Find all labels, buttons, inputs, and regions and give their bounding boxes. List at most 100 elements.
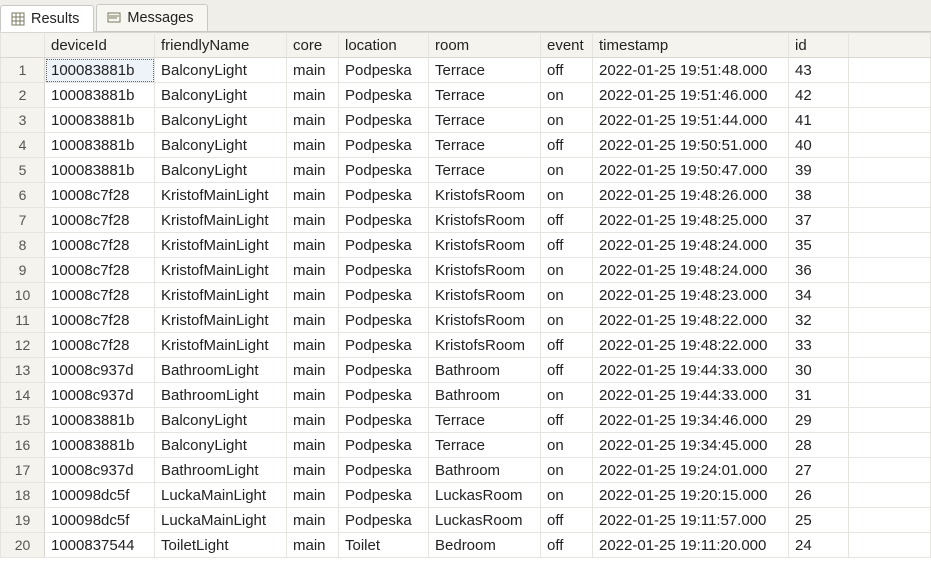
row-number[interactable]: 12 — [1, 333, 45, 358]
cell-timestamp[interactable]: 2022-01-25 19:44:33.000 — [593, 383, 789, 408]
row-number[interactable]: 20 — [1, 533, 45, 558]
cell-event[interactable]: off — [541, 408, 593, 433]
col-header-deviceId[interactable]: deviceId — [45, 33, 155, 58]
cell-id[interactable]: 30 — [789, 358, 849, 383]
col-header-timestamp[interactable]: timestamp — [593, 33, 789, 58]
cell-id[interactable]: 37 — [789, 208, 849, 233]
cell-deviceId[interactable]: 100083881b — [45, 433, 155, 458]
cell-event[interactable]: off — [541, 133, 593, 158]
cell-core[interactable]: main — [287, 208, 339, 233]
cell-deviceId[interactable]: 100083881b — [45, 158, 155, 183]
cell-friendlyName[interactable]: BalconyLight — [155, 433, 287, 458]
cell-timestamp[interactable]: 2022-01-25 19:50:47.000 — [593, 158, 789, 183]
tab-results[interactable]: Results — [0, 5, 94, 32]
cell-event[interactable]: on — [541, 308, 593, 333]
cell-friendlyName[interactable]: KristofMainLight — [155, 308, 287, 333]
cell-deviceId[interactable]: 1000837544 — [45, 533, 155, 558]
table-row[interactable]: 1410008c937dBathroomLightmainPodpeskaBat… — [1, 383, 931, 408]
cell-friendlyName[interactable]: BalconyLight — [155, 133, 287, 158]
row-number[interactable]: 3 — [1, 108, 45, 133]
cell-event[interactable]: on — [541, 483, 593, 508]
cell-location[interactable]: Podpeska — [339, 208, 429, 233]
table-row[interactable]: 201000837544ToiletLightmainToiletBedroom… — [1, 533, 931, 558]
cell-location[interactable]: Podpeska — [339, 508, 429, 533]
row-number[interactable]: 5 — [1, 158, 45, 183]
row-number[interactable]: 19 — [1, 508, 45, 533]
cell-timestamp[interactable]: 2022-01-25 19:48:23.000 — [593, 283, 789, 308]
cell-friendlyName[interactable]: BathroomLight — [155, 358, 287, 383]
cell-location[interactable]: Podpeska — [339, 83, 429, 108]
cell-friendlyName[interactable]: KristofMainLight — [155, 283, 287, 308]
cell-deviceId[interactable]: 100083881b — [45, 58, 155, 83]
cell-friendlyName[interactable]: KristofMainLight — [155, 208, 287, 233]
cell-event[interactable]: off — [541, 333, 593, 358]
cell-timestamp[interactable]: 2022-01-25 19:48:24.000 — [593, 233, 789, 258]
cell-core[interactable]: main — [287, 258, 339, 283]
cell-id[interactable]: 43 — [789, 58, 849, 83]
cell-core[interactable]: main — [287, 408, 339, 433]
cell-room[interactable]: KristofsRoom — [429, 333, 541, 358]
cell-location[interactable]: Podpeska — [339, 433, 429, 458]
cell-deviceId[interactable]: 10008c7f28 — [45, 258, 155, 283]
cell-core[interactable]: main — [287, 83, 339, 108]
cell-event[interactable]: on — [541, 458, 593, 483]
cell-timestamp[interactable]: 2022-01-25 19:48:26.000 — [593, 183, 789, 208]
cell-room[interactable]: Terrace — [429, 108, 541, 133]
table-row[interactable]: 910008c7f28KristofMainLightmainPodpeskaK… — [1, 258, 931, 283]
cell-core[interactable]: main — [287, 183, 339, 208]
cell-location[interactable]: Podpeska — [339, 158, 429, 183]
cell-event[interactable]: on — [541, 283, 593, 308]
cell-timestamp[interactable]: 2022-01-25 19:48:25.000 — [593, 208, 789, 233]
cell-location[interactable]: Podpeska — [339, 383, 429, 408]
cell-deviceId[interactable]: 100083881b — [45, 408, 155, 433]
cell-core[interactable]: main — [287, 458, 339, 483]
cell-timestamp[interactable]: 2022-01-25 19:48:22.000 — [593, 333, 789, 358]
cell-room[interactable]: Bathroom — [429, 458, 541, 483]
table-row[interactable]: 1100083881bBalconyLightmainPodpeskaTerra… — [1, 58, 931, 83]
cell-deviceId[interactable]: 100098dc5f — [45, 483, 155, 508]
cell-deviceId[interactable]: 10008c937d — [45, 383, 155, 408]
cell-event[interactable]: off — [541, 358, 593, 383]
table-row[interactable]: 2100083881bBalconyLightmainPodpeskaTerra… — [1, 83, 931, 108]
row-number[interactable]: 6 — [1, 183, 45, 208]
table-row[interactable]: 610008c7f28KristofMainLightmainPodpeskaK… — [1, 183, 931, 208]
cell-event[interactable]: on — [541, 258, 593, 283]
cell-room[interactable]: LuckasRoom — [429, 508, 541, 533]
table-row[interactable]: 1010008c7f28KristofMainLightmainPodpeska… — [1, 283, 931, 308]
cell-core[interactable]: main — [287, 283, 339, 308]
cell-id[interactable]: 33 — [789, 333, 849, 358]
table-row[interactable]: 1210008c7f28KristofMainLightmainPodpeska… — [1, 333, 931, 358]
cell-location[interactable]: Podpeska — [339, 133, 429, 158]
cell-event[interactable]: off — [541, 233, 593, 258]
cell-deviceId[interactable]: 10008c7f28 — [45, 183, 155, 208]
cell-timestamp[interactable]: 2022-01-25 19:34:45.000 — [593, 433, 789, 458]
cell-timestamp[interactable]: 2022-01-25 19:51:48.000 — [593, 58, 789, 83]
cell-deviceId[interactable]: 10008c937d — [45, 458, 155, 483]
cell-timestamp[interactable]: 2022-01-25 19:20:15.000 — [593, 483, 789, 508]
cell-location[interactable]: Podpeska — [339, 358, 429, 383]
cell-friendlyName[interactable]: KristofMainLight — [155, 183, 287, 208]
cell-deviceId[interactable]: 10008c7f28 — [45, 308, 155, 333]
cell-timestamp[interactable]: 2022-01-25 19:50:51.000 — [593, 133, 789, 158]
cell-room[interactable]: Terrace — [429, 158, 541, 183]
cell-id[interactable]: 27 — [789, 458, 849, 483]
cell-id[interactable]: 31 — [789, 383, 849, 408]
cell-timestamp[interactable]: 2022-01-25 19:34:46.000 — [593, 408, 789, 433]
cell-timestamp[interactable]: 2022-01-25 19:44:33.000 — [593, 358, 789, 383]
cell-event[interactable]: on — [541, 83, 593, 108]
row-number[interactable]: 2 — [1, 83, 45, 108]
tab-messages[interactable]: Messages — [96, 4, 208, 31]
cell-event[interactable]: off — [541, 208, 593, 233]
table-row[interactable]: 710008c7f28KristofMainLightmainPodpeskaK… — [1, 208, 931, 233]
table-row[interactable]: 1710008c937dBathroomLightmainPodpeskaBat… — [1, 458, 931, 483]
cell-friendlyName[interactable]: KristofMainLight — [155, 233, 287, 258]
cell-deviceId[interactable]: 100083881b — [45, 83, 155, 108]
cell-id[interactable]: 36 — [789, 258, 849, 283]
row-number[interactable]: 14 — [1, 383, 45, 408]
cell-core[interactable]: main — [287, 308, 339, 333]
cell-location[interactable]: Podpeska — [339, 258, 429, 283]
cell-core[interactable]: main — [287, 383, 339, 408]
cell-friendlyName[interactable]: BalconyLight — [155, 408, 287, 433]
col-header-core[interactable]: core — [287, 33, 339, 58]
col-header-id[interactable]: id — [789, 33, 849, 58]
